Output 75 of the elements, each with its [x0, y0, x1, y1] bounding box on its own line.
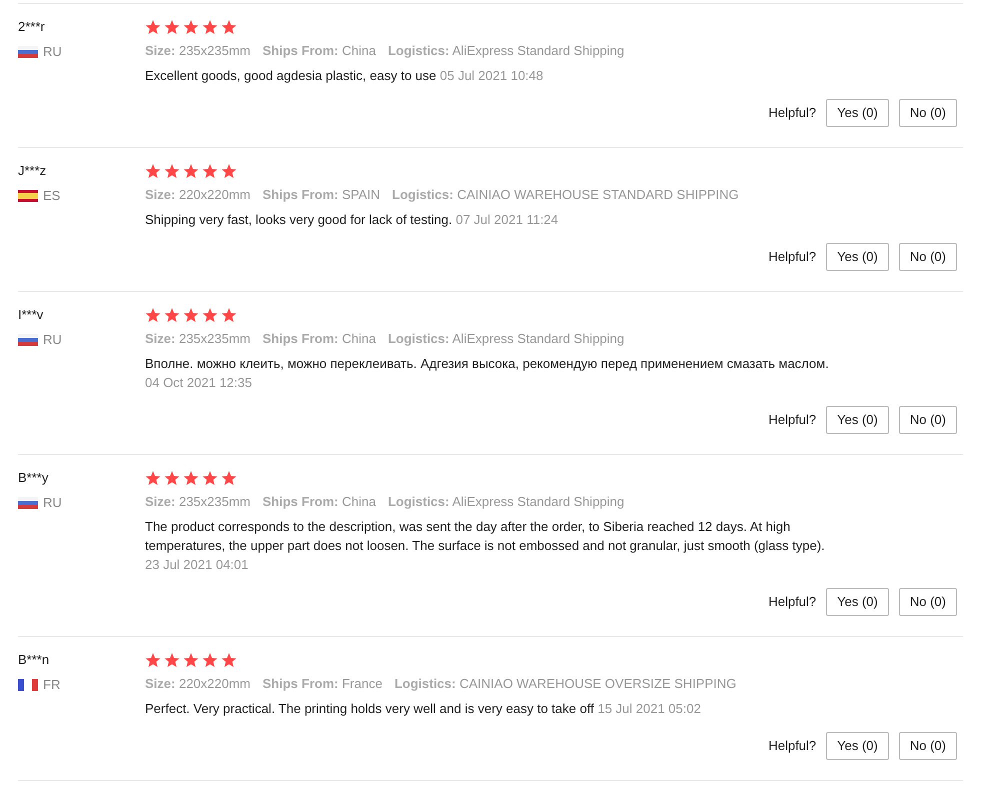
country-code: ES [43, 187, 60, 205]
star-icon [145, 308, 161, 322]
flag-icon [18, 679, 38, 691]
size-info: Size: 220x220mm [145, 675, 251, 693]
star-icon [202, 308, 218, 322]
logistics-info: Logistics: AliExpress Standard Shipping [388, 330, 624, 348]
flag-icon [18, 190, 38, 202]
helpful-label: Helpful? [768, 411, 816, 430]
review-text: Вполне. можно клеить, можно переклеивать. Адгезия высока, рекомендую перед применением смазать маслом. 04 Oct 2021 12:35 [145, 355, 830, 392]
helpful-label: Helpful? [768, 104, 816, 122]
reviewer-name: 2***r [18, 18, 46, 36]
ships-from-info: Ships From: SPAIN [262, 186, 380, 204]
no-button[interactable]: No (0) [898, 243, 957, 271]
star-icon [183, 164, 199, 178]
star-icon [221, 164, 237, 178]
reviewer-name: B***n [18, 651, 50, 669]
flag-icon [18, 497, 38, 509]
yes-button[interactable]: Yes (0) [826, 243, 889, 271]
size-info: Size: 220x220mm [145, 186, 251, 204]
yes-button[interactable]: Yes (0) [826, 99, 889, 127]
no-button[interactable]: No (0) [898, 732, 957, 760]
star-icon [183, 20, 199, 34]
logistics-info: Logistics: AliExpress Standard Shipping [388, 42, 624, 60]
star-icon [221, 308, 237, 322]
star-icon [164, 470, 180, 486]
yes-button[interactable]: Yes (0) [826, 588, 889, 616]
star-icon [164, 164, 180, 178]
country-code: RU [43, 494, 62, 512]
size-info: Size: 235x235mm [145, 330, 251, 348]
yes-button[interactable]: Yes (0) [826, 732, 889, 760]
star-icon [202, 164, 218, 178]
ships-from-info: Ships From: France [262, 675, 382, 693]
review-text: The product corresponds to the description, was sent the day after the order, to Siberia reached 12 days. At high temperatures, the upper part does not loosen. The surface is not embossed and not granular, just smooth (glass type). 23 Jul 2021 04:01 [145, 518, 826, 574]
star-icon [183, 652, 199, 668]
star-icon [145, 20, 161, 34]
reviewer-name: B***y [18, 469, 50, 487]
star-icon [202, 20, 218, 34]
star-icon [221, 652, 237, 668]
helpful-label: Helpful? [768, 248, 816, 266]
no-button[interactable]: No (0) [898, 588, 957, 616]
ships-from-info: Ships From: China [262, 42, 376, 60]
star-icon [164, 20, 180, 34]
star-icon [164, 308, 180, 322]
flag-icon [18, 46, 38, 58]
logistics-info: Logistics: CAINIAO WAREHOUSE STANDARD SHIPPING [392, 186, 739, 204]
star-icon [202, 652, 218, 668]
no-button[interactable]: No (0) [898, 406, 957, 434]
star-icon [221, 20, 237, 34]
star-icon [145, 652, 161, 668]
size-info: Size: 235x235mm [145, 42, 251, 60]
review-text: Excellent goods, good agdesia plastic, easy to use 05 Jul 2021 10:48 [145, 67, 544, 85]
logistics-info: Logistics: AliExpress Standard Shipping [388, 493, 624, 511]
flag-icon [18, 334, 38, 346]
review-text: Shipping very fast, looks very good for lack of testing. 07 Jul 2021 11:24 [145, 211, 560, 229]
star-icon [221, 470, 237, 486]
star-icon [145, 470, 161, 486]
size-info: Size: 235x235mm [145, 493, 251, 511]
country-code: RU [43, 43, 62, 61]
star-icon [202, 470, 218, 486]
ships-from-info: Ships From: China [262, 330, 376, 348]
country-code: RU [43, 331, 62, 349]
star-icon [183, 308, 199, 322]
star-icon [183, 470, 199, 486]
ships-from-info: Ships From: China [262, 493, 376, 511]
yes-button[interactable]: Yes (0) [826, 406, 889, 434]
logistics-info: Logistics: CAINIAO WAREHOUSE OVERSIZE SHIPPING [394, 675, 736, 693]
reviewer-name: J***z [18, 162, 48, 180]
helpful-label: Helpful? [768, 593, 816, 612]
reviewer-name: I***v [18, 306, 44, 324]
no-button[interactable]: No (0) [898, 99, 957, 127]
country-code: FR [43, 676, 60, 694]
star-icon [145, 164, 161, 178]
helpful-label: Helpful? [768, 737, 816, 756]
star-icon [164, 652, 180, 668]
review-text: Perfect. Very practical. The printing holds very well and is very easy to take off 15 Jul 2021 05:02 [145, 700, 702, 718]
